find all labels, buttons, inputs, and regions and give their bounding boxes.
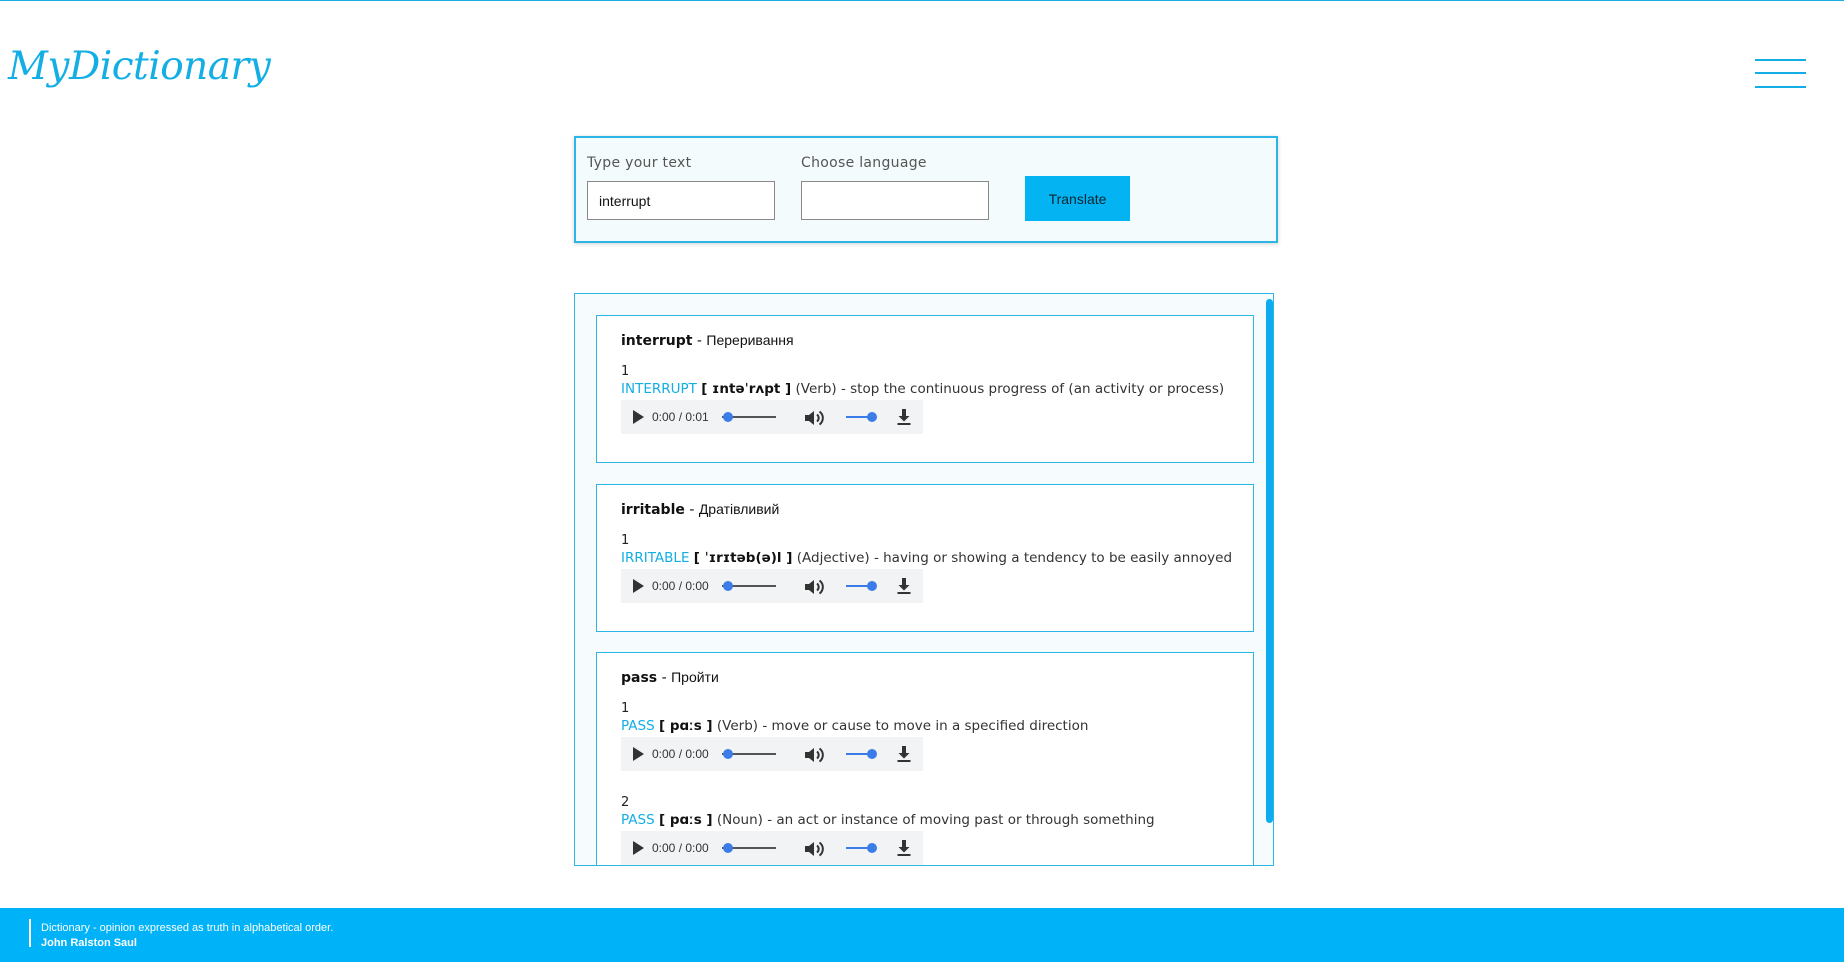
card-translation: Пройти xyxy=(671,669,719,685)
definition-pos: (Adjective) xyxy=(796,550,870,566)
definition-pos: (Verb) xyxy=(795,381,837,397)
results-scrollbar[interactable] xyxy=(1265,296,1273,865)
translate-button[interactable]: Translate xyxy=(1025,176,1130,221)
definition-headword: PASS xyxy=(621,718,655,734)
audio-player: 0:00 / 0:00 xyxy=(621,831,923,865)
definition-number: 1 xyxy=(621,533,630,548)
definition-phonetic: [ ˈɪrɪtəb(ə)l ] xyxy=(693,550,793,566)
download-icon[interactable] xyxy=(896,839,912,857)
definition-phonetic: [ pɑːs ] xyxy=(658,718,713,734)
card-separator: - xyxy=(684,502,699,518)
volume-knob[interactable] xyxy=(867,581,877,591)
definition-line: PASS [ pɑːs ] (Noun) - an act or instanc… xyxy=(621,812,1241,829)
audio-progress-knob[interactable] xyxy=(723,843,733,853)
download-icon[interactable] xyxy=(896,577,912,595)
volume-knob[interactable] xyxy=(867,843,877,853)
audio-time: 0:00 / 0:00 xyxy=(652,747,709,761)
audio-time: 0:00 / 0:00 xyxy=(652,841,709,855)
audio-player: 0:00 / 0:00 xyxy=(621,569,923,603)
menu-line xyxy=(1755,72,1806,74)
app-logo[interactable]: MyDictionary xyxy=(8,44,271,89)
definition-pos: (Noun) xyxy=(716,812,763,828)
definition-meaning: - stop the continuous progress of (an ac… xyxy=(840,381,1225,397)
play-icon[interactable] xyxy=(633,747,644,761)
search-panel: Type your text Choose language Translate xyxy=(574,136,1278,243)
audio-time: 0:00 / 0:01 xyxy=(652,410,709,424)
definition-meaning: - an act or instance of moving past or t… xyxy=(767,812,1155,828)
definition: 1 INTERRUPT [ ɪntəˈrʌpt ] (Verb) - stop … xyxy=(621,364,1241,434)
card-word: interrupt xyxy=(621,333,693,349)
definition-headword: INTERRUPT xyxy=(621,381,697,397)
footer-quote: Dictionary - opinion expressed as truth … xyxy=(41,922,334,934)
volume-icon[interactable] xyxy=(803,409,825,427)
card-word: irritable xyxy=(621,502,685,518)
card-title: interrupt - Переривання xyxy=(621,332,794,349)
result-card: interrupt - Переривання 1 INTERRUPT [ ɪn… xyxy=(596,315,1254,463)
language-input-label: Choose language xyxy=(801,155,927,171)
results-list[interactable]: interrupt - Переривання 1 INTERRUPT [ ɪn… xyxy=(574,293,1274,866)
volume-knob[interactable] xyxy=(867,412,877,422)
footer: Dictionary - opinion expressed as truth … xyxy=(0,908,1844,962)
volume-icon[interactable] xyxy=(803,746,825,764)
audio-time: 0:00 / 0:00 xyxy=(652,579,709,593)
definition-headword: PASS xyxy=(621,812,655,828)
hamburger-menu-icon[interactable] xyxy=(1755,58,1806,90)
definition: 1 PASS [ pɑːs ] (Verb) - move or cause t… xyxy=(621,701,1241,771)
play-icon[interactable] xyxy=(633,579,644,593)
definition-meaning: - move or cause to move in a specified d… xyxy=(762,718,1089,734)
audio-progress-knob[interactable] xyxy=(723,581,733,591)
card-title: irritable - Дратівливий xyxy=(621,501,779,518)
definition-number: 1 xyxy=(621,364,630,379)
volume-icon[interactable] xyxy=(803,840,825,858)
quote-bar xyxy=(29,919,31,947)
definition-number: 1 xyxy=(621,701,630,716)
audio-progress-knob[interactable] xyxy=(723,749,733,759)
definition: 2 PASS [ pɑːs ] (Noun) - an act or insta… xyxy=(621,795,1241,865)
definition: 1 IRRITABLE [ ˈɪrɪtəb(ə)l ] (Adjective) … xyxy=(621,533,1241,603)
definition-line: PASS [ pɑːs ] (Verb) - move or cause to … xyxy=(621,718,1241,735)
top-border-line xyxy=(0,0,1844,1)
definition-phonetic: [ pɑːs ] xyxy=(658,812,713,828)
download-icon[interactable] xyxy=(896,745,912,763)
volume-icon[interactable] xyxy=(803,578,825,596)
play-icon[interactable] xyxy=(633,410,644,424)
text-input-label: Type your text xyxy=(587,155,692,171)
scrollbar-thumb[interactable] xyxy=(1266,299,1273,823)
definition-pos: (Verb) xyxy=(716,718,759,734)
menu-line xyxy=(1755,86,1806,88)
audio-player: 0:00 / 0:00 xyxy=(621,737,923,771)
audio-progress-knob[interactable] xyxy=(723,412,733,422)
definition-phonetic: [ ɪntəˈrʌpt ] xyxy=(701,381,792,397)
card-translation: Переривання xyxy=(706,332,794,348)
result-card: irritable - Дратівливий 1 IRRITABLE [ ˈɪ… xyxy=(596,484,1254,632)
definition-line: IRRITABLE [ ˈɪrɪtəb(ə)l ] (Adjective) - … xyxy=(621,550,1241,567)
definition-meaning: - having or showing a tendency to be eas… xyxy=(873,550,1233,566)
footer-quote-author: John Ralston Saul xyxy=(41,937,137,949)
card-word: pass xyxy=(621,670,658,686)
download-icon[interactable] xyxy=(896,408,912,426)
definition-number: 2 xyxy=(621,795,630,810)
play-icon[interactable] xyxy=(633,841,644,855)
text-input[interactable] xyxy=(587,181,775,220)
card-separator: - xyxy=(692,333,707,349)
language-input[interactable] xyxy=(801,181,989,220)
card-separator: - xyxy=(657,670,672,686)
definition-headword: IRRITABLE xyxy=(621,550,690,566)
card-translation: Дратівливий xyxy=(698,501,780,517)
audio-player: 0:00 / 0:01 xyxy=(621,400,923,434)
card-title: pass - Пройти xyxy=(621,669,719,686)
result-card: pass - Пройти 1 PASS [ pɑːs ] (Verb) - m… xyxy=(596,652,1254,865)
volume-knob[interactable] xyxy=(867,749,877,759)
menu-line xyxy=(1755,59,1806,61)
definition-line: INTERRUPT [ ɪntəˈrʌpt ] (Verb) - stop th… xyxy=(621,381,1241,398)
